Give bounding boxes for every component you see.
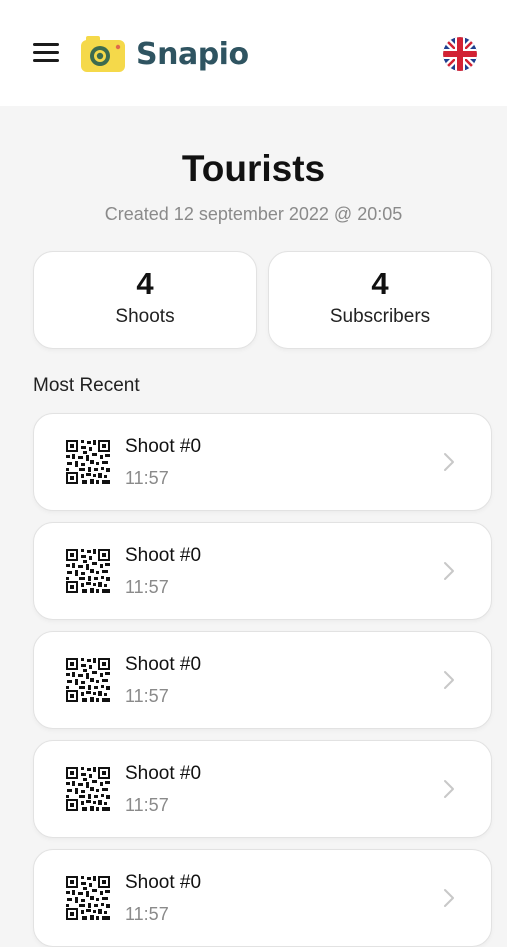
shoot-list-item[interactable]: Shoot #0 11:57 xyxy=(33,413,492,511)
qr-code-icon xyxy=(66,658,110,702)
shoot-list-item[interactable]: Shoot #0 11:57 xyxy=(33,522,492,620)
chevron-right-icon xyxy=(444,780,454,798)
chevron-right-icon xyxy=(444,671,454,689)
subscribers-label: Subscribers xyxy=(329,306,431,327)
shoots-count: 4 xyxy=(136,266,154,301)
shoot-list-item[interactable]: Shoot #0 11:57 xyxy=(33,631,492,729)
shoot-time: 11:57 xyxy=(125,795,169,815)
subscribers-count: 4 xyxy=(371,266,389,301)
section-heading: Most Recent xyxy=(33,375,140,396)
created-date: Created 12 september 2022 @ 20:05 xyxy=(104,204,403,224)
shoot-time: 11:57 xyxy=(125,686,169,706)
brand-name: Snapio xyxy=(136,36,249,72)
shoots-label: Shoots xyxy=(115,306,175,327)
shoot-name: Shoot #0 xyxy=(125,872,202,893)
shoot-time: 11:57 xyxy=(125,904,169,924)
app-header: Snapio xyxy=(0,0,507,106)
shoot-time: 11:57 xyxy=(125,577,169,597)
shoot-name: Shoot #0 xyxy=(125,436,202,457)
qr-code-icon xyxy=(66,549,110,593)
shoot-time: 11:57 xyxy=(125,468,169,488)
chevron-right-icon xyxy=(444,562,454,580)
chevron-right-icon xyxy=(444,889,454,907)
hamburger-menu-icon xyxy=(33,43,59,46)
hamburger-menu-icon-bar xyxy=(33,51,59,54)
qr-code-icon xyxy=(66,876,110,920)
menu-button[interactable] xyxy=(31,40,61,66)
shoot-list-item[interactable]: Shoot #0 11:57 xyxy=(33,740,492,838)
shoot-name: Shoot #0 xyxy=(125,545,202,566)
page-title: Tourists xyxy=(181,148,326,189)
uk-flag-icon xyxy=(443,37,477,71)
chevron-right-icon xyxy=(444,453,454,471)
camera-icon xyxy=(81,36,125,72)
language-button[interactable] xyxy=(443,37,477,71)
brand-logo[interactable]: Snapio xyxy=(80,34,249,74)
subscribers-stat-card[interactable]: 4 Subscribers xyxy=(268,251,492,349)
shoot-list-item[interactable]: Shoot #0 11:57 xyxy=(33,849,492,947)
shoots-stat-card[interactable]: 4 Shoots xyxy=(33,251,257,349)
shoot-name: Shoot #0 xyxy=(125,654,202,675)
hamburger-menu-icon-bar xyxy=(33,59,59,62)
shoot-name: Shoot #0 xyxy=(125,763,202,784)
qr-code-icon xyxy=(66,440,110,484)
qr-code-icon xyxy=(66,767,110,811)
